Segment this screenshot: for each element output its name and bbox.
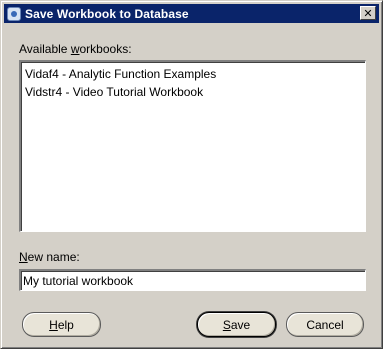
available-workbooks-label: Available workbooks: xyxy=(19,42,132,56)
available-workbooks-list[interactable]: Vidaf4 - Analytic Function Examples Vids… xyxy=(19,60,366,232)
app-icon xyxy=(7,6,21,21)
list-item[interactable]: Vidaf4 - Analytic Function Examples xyxy=(24,65,362,83)
new-name-label: New name: xyxy=(19,250,80,264)
save-workbook-dialog: Save Workbook to Database ✕ Available wo… xyxy=(0,0,383,349)
title-bar[interactable]: Save Workbook to Database ✕ xyxy=(4,4,379,23)
list-item[interactable]: Vidstr4 - Video Tutorial Workbook xyxy=(24,83,362,101)
help-button[interactable]: Help xyxy=(22,312,101,337)
close-button[interactable]: ✕ xyxy=(360,6,376,20)
close-icon: ✕ xyxy=(363,6,373,20)
save-button[interactable]: Save xyxy=(197,312,276,337)
dialog-title: Save Workbook to Database xyxy=(25,6,189,21)
cancel-button[interactable]: Cancel xyxy=(286,312,364,337)
new-name-input[interactable] xyxy=(19,269,366,291)
